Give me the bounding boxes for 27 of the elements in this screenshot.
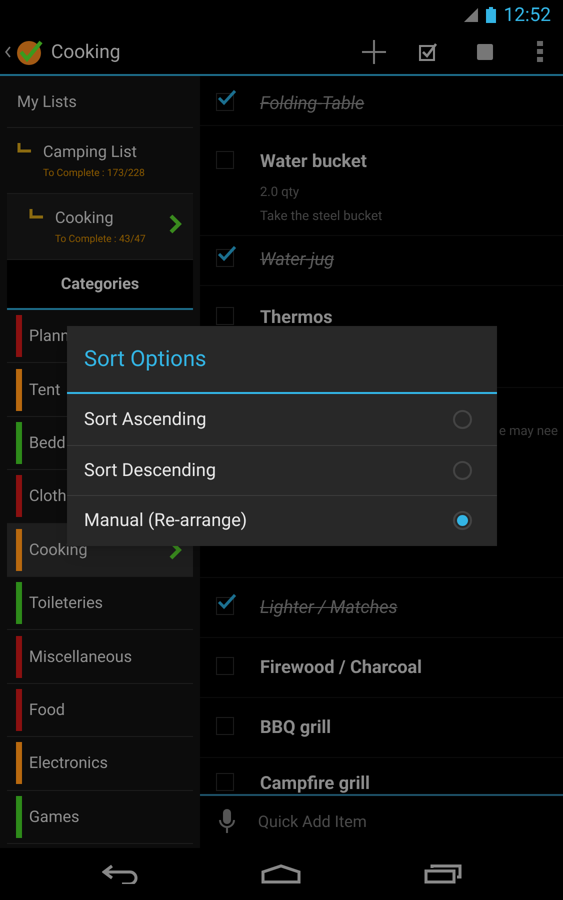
category-name: Tent xyxy=(29,378,62,401)
category-name: Electronics xyxy=(29,752,109,774)
category-name: Toileteries xyxy=(29,592,104,614)
item-title: Lighter / Matches xyxy=(260,596,398,620)
sidebar-header: My Lists xyxy=(7,76,193,128)
item-title: Campfire grill xyxy=(260,772,370,794)
item-note: Take the steel bucket xyxy=(260,208,382,226)
list-progress: To Complete : 173/228 xyxy=(43,167,146,181)
item-note: e may nee xyxy=(499,424,558,439)
category-name: Games xyxy=(29,806,80,828)
category-name: Food xyxy=(29,698,66,721)
categories-header: Categories xyxy=(7,260,193,310)
status-time: 12:52 xyxy=(504,2,551,28)
item-title: Water-jug xyxy=(260,248,334,272)
list-progress: To Complete : 43/47 xyxy=(55,233,147,247)
category-name: Miscellaneous xyxy=(29,646,133,668)
category-name: Bedd xyxy=(29,432,66,454)
item-title: BBQ grill xyxy=(260,716,332,740)
item-quantity: 2.0 qty xyxy=(260,184,300,202)
list-name: Cooking xyxy=(55,208,114,228)
item-title: Firewood / Charcoal xyxy=(260,656,422,680)
item-title: Folding-Table xyxy=(260,92,364,116)
item-title: Water bucket xyxy=(260,150,368,174)
action-bar-title: Cooking xyxy=(51,38,122,65)
category-name: Cloth xyxy=(29,485,68,508)
list-name: Camping List xyxy=(43,142,138,162)
dialog-title: Sort Options xyxy=(67,326,497,394)
